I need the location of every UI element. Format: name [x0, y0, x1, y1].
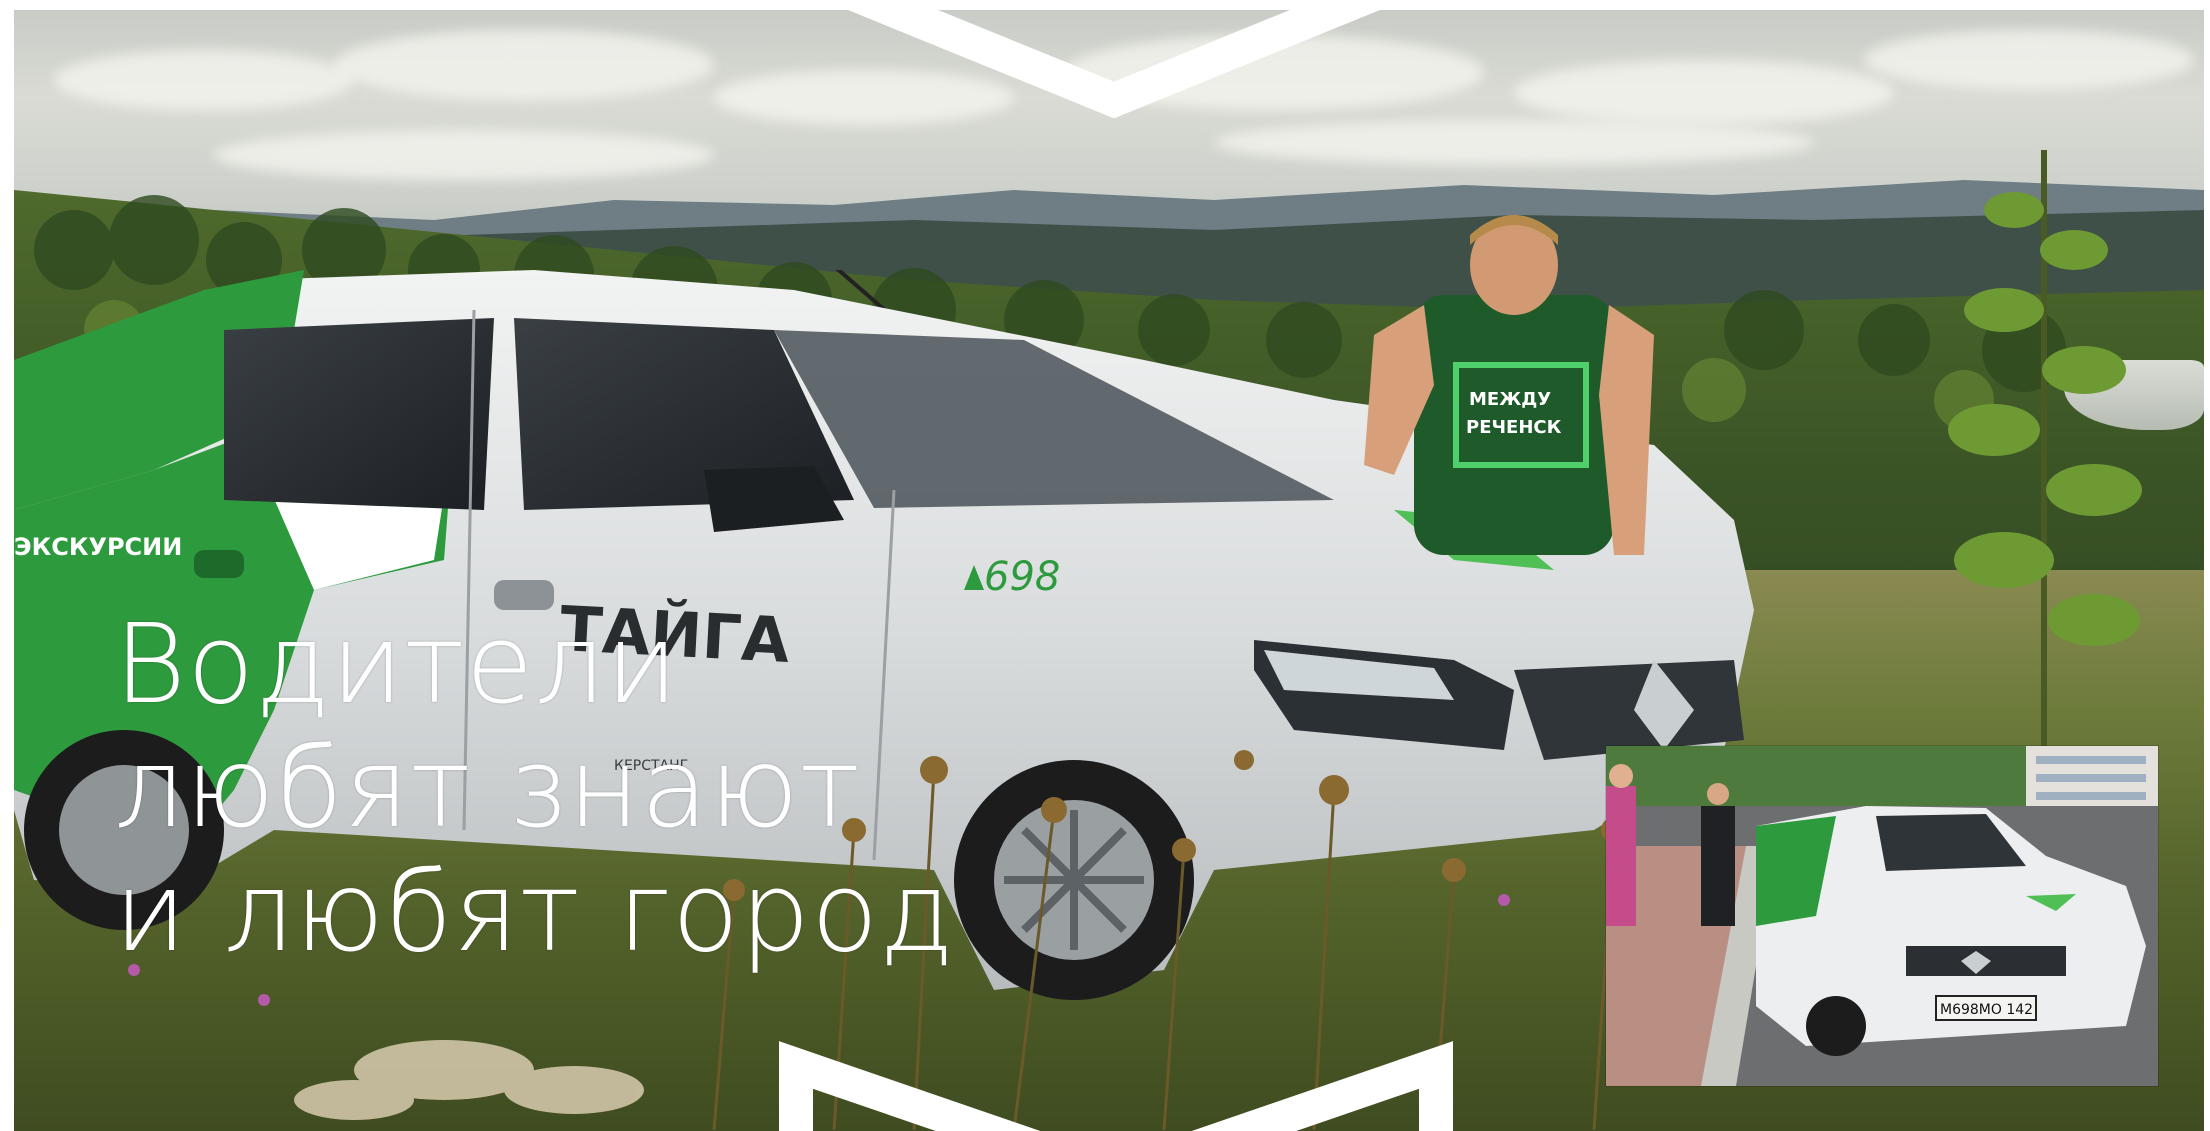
headline-line-3: и любят город	[114, 848, 955, 976]
inset-photo: М698МО 142	[1606, 746, 2158, 1086]
headline-line-1: Водители	[114, 600, 680, 728]
shirt-text-line1: МЕЖДУ	[1469, 389, 1551, 410]
car-number: 698	[984, 554, 1060, 600]
main-photo: ТАЙГА ЭКСКУРСИИ 698 КЕРСТАНГ МЕЖДУ РЕЧЕН…	[14, 10, 2204, 1131]
young-tree	[1948, 150, 2142, 770]
headline-line-2: любят знают	[114, 724, 861, 852]
inset-plate: М698МО 142	[1940, 1002, 2033, 1018]
top-chevron-decoration	[848, 10, 1380, 119]
headline: Водители любят знают и любят город	[114, 602, 955, 974]
man-in-green-shirt: МЕЖДУ РЕЧЕНСК	[1364, 215, 1654, 555]
bottom-chevron-decoration	[779, 1041, 1453, 1131]
inset-scene: М698МО 142	[1606, 746, 2158, 1086]
shirt-text-line2: РЕЧЕНСК	[1466, 417, 1562, 438]
car-side-text: ЭКСКУРСИИ	[14, 533, 182, 561]
